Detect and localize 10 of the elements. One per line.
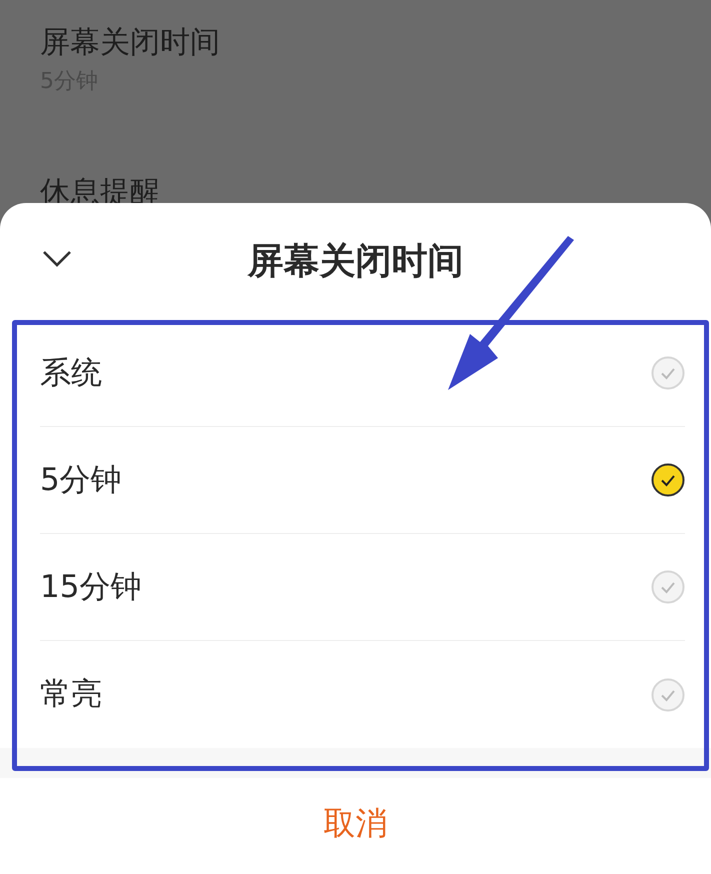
option-row[interactable]: 5分钟 <box>40 427 685 534</box>
option-row[interactable]: 常亮 <box>40 641 685 748</box>
setting-title: 屏幕关闭时间 <box>40 24 221 62</box>
option-label: 系统 <box>40 354 102 393</box>
option-label: 5分钟 <box>40 460 122 500</box>
option-row[interactable]: 15分钟 <box>40 534 685 641</box>
option-label: 15分钟 <box>40 568 142 607</box>
option-label: 常亮 <box>40 675 102 714</box>
collapse-icon[interactable] <box>42 249 72 269</box>
sheet-title: 屏幕关闭时间 <box>248 240 464 284</box>
